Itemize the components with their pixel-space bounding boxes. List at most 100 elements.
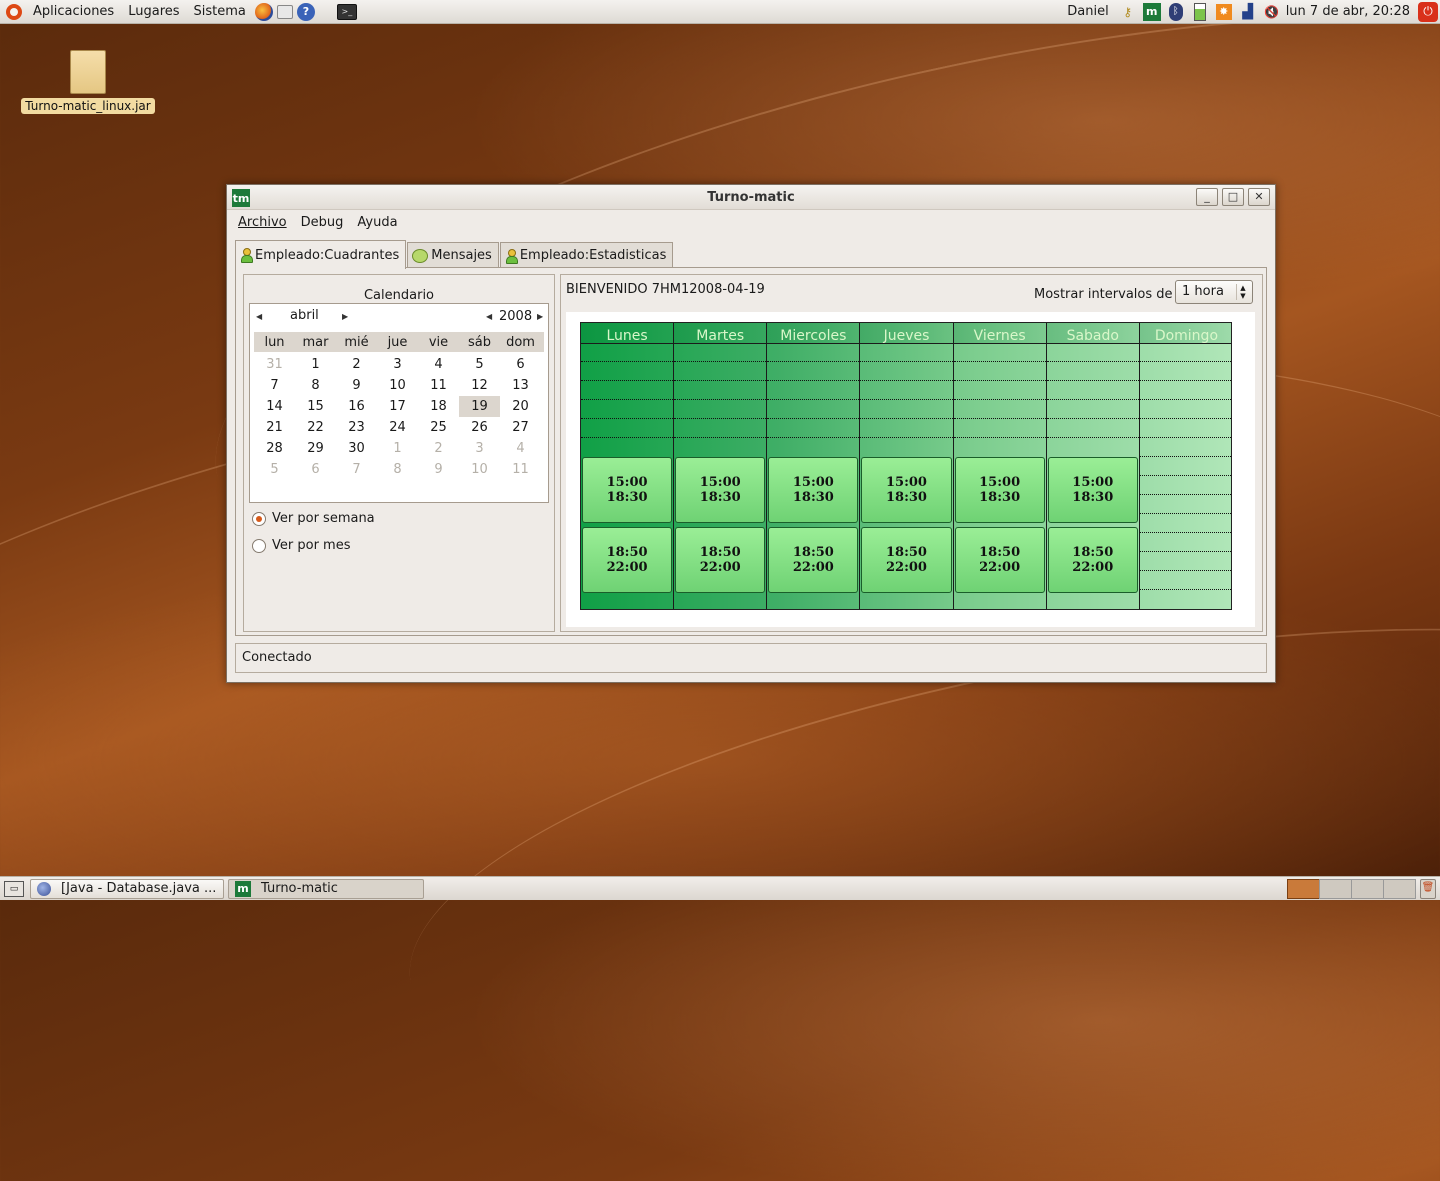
calendar-day[interactable]: 1: [377, 438, 418, 459]
calendar-day[interactable]: 8: [295, 375, 336, 396]
calendar-day[interactable]: 4: [418, 354, 459, 375]
window-titlebar[interactable]: tm Turno-matic _ □ ✕: [227, 185, 1275, 210]
tab-cuadrantes[interactable]: Empleado:Cuadrantes: [235, 240, 407, 269]
calendar-day[interactable]: 16: [336, 396, 377, 417]
calendar-day[interactable]: 11: [418, 375, 459, 396]
task-turno-matic[interactable]: m Turno-matic: [228, 878, 424, 899]
shift-block[interactable]: 15:00 18:30: [954, 457, 1045, 523]
calendar-day[interactable]: 6: [500, 354, 541, 375]
calendar-day[interactable]: 5: [459, 354, 500, 375]
calendar-day[interactable]: 9: [336, 375, 377, 396]
calendar-day[interactable]: 2: [336, 354, 377, 375]
menu-ayuda[interactable]: Ayuda: [350, 215, 404, 230]
terminal-icon[interactable]: >_: [336, 3, 357, 20]
prev-year-icon[interactable]: ◀: [486, 312, 492, 321]
calendar-day[interactable]: 5: [254, 459, 295, 480]
calendar-day[interactable]: 3: [377, 354, 418, 375]
next-month-icon[interactable]: ▶: [342, 312, 348, 321]
calendar-day[interactable]: 17: [377, 396, 418, 417]
calendar-month[interactable]: abril: [290, 308, 319, 323]
workspace-4[interactable]: [1383, 879, 1416, 899]
calendar-day[interactable]: 30: [336, 438, 377, 459]
shift-block[interactable]: 18:50 22:00: [582, 527, 673, 593]
calendar-day[interactable]: 7: [336, 459, 377, 480]
calendar-day[interactable]: 6: [295, 459, 336, 480]
shift-block[interactable]: 15:00 18:30: [582, 457, 673, 523]
signal-icon[interactable]: ▟: [1239, 3, 1257, 21]
ubuntu-logo-icon[interactable]: [6, 3, 22, 20]
shift-block[interactable]: 15:00 18:30: [768, 457, 859, 523]
calendar-day[interactable]: 23: [336, 417, 377, 438]
next-year-icon[interactable]: ▶: [537, 312, 543, 321]
shift-block[interactable]: 18:50 22:00: [1047, 527, 1138, 593]
calendar-day[interactable]: 15: [295, 396, 336, 417]
calendar-day[interactable]: 20: [500, 396, 541, 417]
shift-block[interactable]: 15:00 18:30: [1047, 457, 1138, 523]
calendar-day[interactable]: 1: [295, 354, 336, 375]
close-button[interactable]: ✕: [1248, 188, 1270, 206]
calendar-day[interactable]: 13: [500, 375, 541, 396]
calendar-day[interactable]: 28: [254, 438, 295, 459]
radio-month[interactable]: [252, 538, 266, 553]
workspace-3[interactable]: [1351, 879, 1384, 899]
firefox-icon[interactable]: [254, 2, 273, 21]
calendar-day[interactable]: 19: [459, 396, 500, 417]
calendar-year[interactable]: 2008: [499, 309, 532, 324]
view-week-option[interactable]: Ver por semana: [252, 511, 375, 526]
workspace-1[interactable]: [1287, 879, 1320, 899]
power-icon[interactable]: ⏻: [1418, 1, 1438, 22]
minimize-button[interactable]: _: [1196, 188, 1218, 206]
app-icon[interactable]: tm: [232, 189, 250, 207]
interval-select[interactable]: 1 hora ▲ ▼: [1175, 280, 1253, 304]
calendar-day[interactable]: 26: [459, 417, 500, 438]
view-month-option[interactable]: Ver por mes: [252, 538, 350, 553]
calendar-day[interactable]: 14: [254, 396, 295, 417]
menu-places[interactable]: Lugares: [121, 0, 186, 24]
shift-block[interactable]: 18:50 22:00: [861, 527, 952, 593]
calendar-day[interactable]: 11: [500, 459, 541, 480]
calendar-day[interactable]: 3: [459, 438, 500, 459]
radio-week[interactable]: [252, 511, 266, 526]
maximize-button[interactable]: □: [1222, 188, 1244, 206]
calendar-day[interactable]: 7: [254, 375, 295, 396]
user-name[interactable]: Daniel: [1060, 0, 1115, 24]
calendar-day[interactable]: 10: [377, 375, 418, 396]
show-desktop-icon[interactable]: ▭: [4, 880, 24, 897]
updates-icon[interactable]: ✸: [1215, 3, 1233, 21]
desktop-file-icon[interactable]: Turno-matic_linux.jar: [18, 50, 158, 114]
calendar-day[interactable]: 9: [418, 459, 459, 480]
shift-block[interactable]: 18:50 22:00: [954, 527, 1045, 593]
keys-icon[interactable]: ⚷: [1119, 3, 1137, 21]
calendar-day[interactable]: 18: [418, 396, 459, 417]
task-java-database[interactable]: [Java - Database.java ...: [30, 878, 224, 899]
shift-block[interactable]: 15:00 18:30: [861, 457, 952, 523]
tab-mensajes[interactable]: Mensajes: [407, 242, 499, 268]
calendar-day[interactable]: 27: [500, 417, 541, 438]
calendar-day[interactable]: 21: [254, 417, 295, 438]
calendar-day[interactable]: 31: [254, 354, 295, 375]
calendar-day[interactable]: 25: [418, 417, 459, 438]
shift-block[interactable]: 18:50 22:00: [675, 527, 766, 593]
menu-applications[interactable]: Aplicaciones: [26, 0, 121, 24]
calendar-day[interactable]: 12: [459, 375, 500, 396]
volume-icon[interactable]: 🔇: [1263, 3, 1281, 21]
calendar-day[interactable]: 2: [418, 438, 459, 459]
workspace-2[interactable]: [1319, 879, 1352, 899]
trash-icon[interactable]: 🗑: [1420, 879, 1436, 899]
calendar-day[interactable]: 29: [295, 438, 336, 459]
clock[interactable]: lun 7 de abr, 20:28: [1284, 0, 1412, 24]
calendar-day[interactable]: 10: [459, 459, 500, 480]
menu-debug[interactable]: Debug: [294, 215, 351, 230]
battery-icon[interactable]: [1191, 2, 1209, 21]
shift-block[interactable]: 18:50 22:00: [768, 527, 859, 593]
menu-archivo[interactable]: Archivo: [231, 215, 294, 230]
calendar-day[interactable]: 8: [377, 459, 418, 480]
calendar-day[interactable]: 24: [377, 417, 418, 438]
menu-system[interactable]: Sistema: [187, 0, 253, 24]
turno-matic-tray-icon[interactable]: m: [1142, 2, 1161, 21]
calendar-day[interactable]: 22: [295, 417, 336, 438]
bluetooth-icon[interactable]: ᛒ: [1167, 2, 1185, 21]
shift-block[interactable]: 15:00 18:30: [675, 457, 766, 523]
mail-icon[interactable]: [276, 4, 293, 19]
help-icon[interactable]: ?: [296, 2, 315, 21]
